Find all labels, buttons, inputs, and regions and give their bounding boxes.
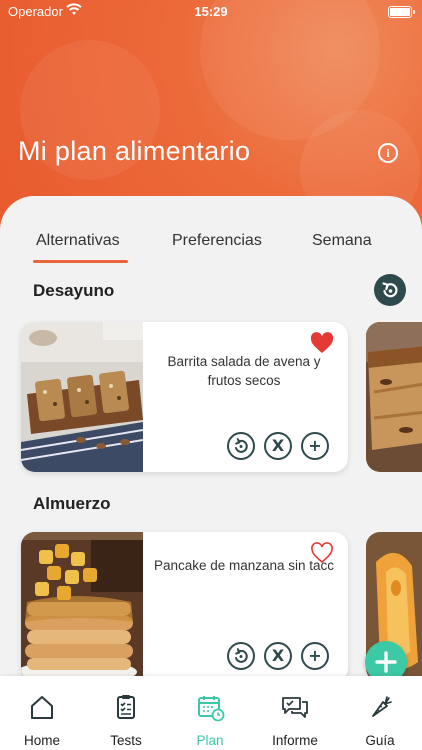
main-sheet: Alternativas Preferencias Semana Desayun… [0,196,422,676]
nav-guia-label: Guía [365,733,395,748]
tab-bar: Alternativas Preferencias Semana [0,196,422,266]
card-actions: X + [227,642,337,672]
remove-button[interactable]: X [264,432,292,460]
calendar-icon [198,696,225,722]
carrot-icon [372,696,392,717]
meal-photo-granola-bars [21,322,143,472]
chat-icon [282,697,308,718]
clock: 15:29 [194,4,228,19]
swap-icon [235,648,248,663]
active-tab-indicator [33,260,128,263]
bottom-nav: Home Tests Plan Informe Guía [0,676,422,750]
nav-plan[interactable]: Plan [168,676,252,750]
heart-filled-icon[interactable] [310,332,334,354]
refresh-icon [382,282,398,298]
meal-name: Barrita salada de avena y frutos secos [167,354,321,388]
card-actions: X + [227,432,337,462]
next-meal-card-preview[interactable] [366,322,422,472]
swap-button[interactable] [227,432,255,460]
meal-card[interactable]: Pancake de manzana sin tacc X + [21,532,348,676]
meal-card[interactable]: Barrita salada de avena y frutos secos X… [21,322,348,472]
battery-icon [388,6,415,18]
nav-home[interactable]: Home [0,676,84,750]
status-bar: Operador 15:29 [0,0,422,26]
nav-plan-label: Plan [196,733,224,748]
meal-photo-pancakes [21,532,143,676]
nav-tests-label: Tests [110,733,142,748]
tab-alternativas[interactable]: Alternativas [36,232,120,250]
add-button[interactable]: + [301,432,329,460]
nav-home-label: Home [23,733,60,748]
section-title-almuerzo: Almuerzo [33,494,111,513]
meal-photo-banana-bread [366,322,422,472]
nav-tests[interactable]: Tests [84,676,168,750]
reset-button[interactable] [374,274,406,306]
nav-informe[interactable]: Informe [253,676,337,750]
nav-guia[interactable]: Guía [338,676,422,750]
page-title: Mi plan alimentario [18,136,251,166]
remove-button[interactable]: X [264,642,292,670]
nav-informe-label: Informe [272,733,318,748]
clipboard-icon [117,695,135,719]
swap-icon [235,438,248,453]
section-title-desayuno: Desayuno [33,281,115,300]
home-icon [31,696,53,719]
tab-semana[interactable]: Semana [312,232,372,250]
add-button[interactable]: + [301,642,329,670]
tab-preferencias[interactable]: Preferencias [172,232,262,250]
swap-button[interactable] [227,642,255,670]
info-icon[interactable]: i [378,143,398,163]
heart-outline-icon[interactable] [310,542,334,564]
